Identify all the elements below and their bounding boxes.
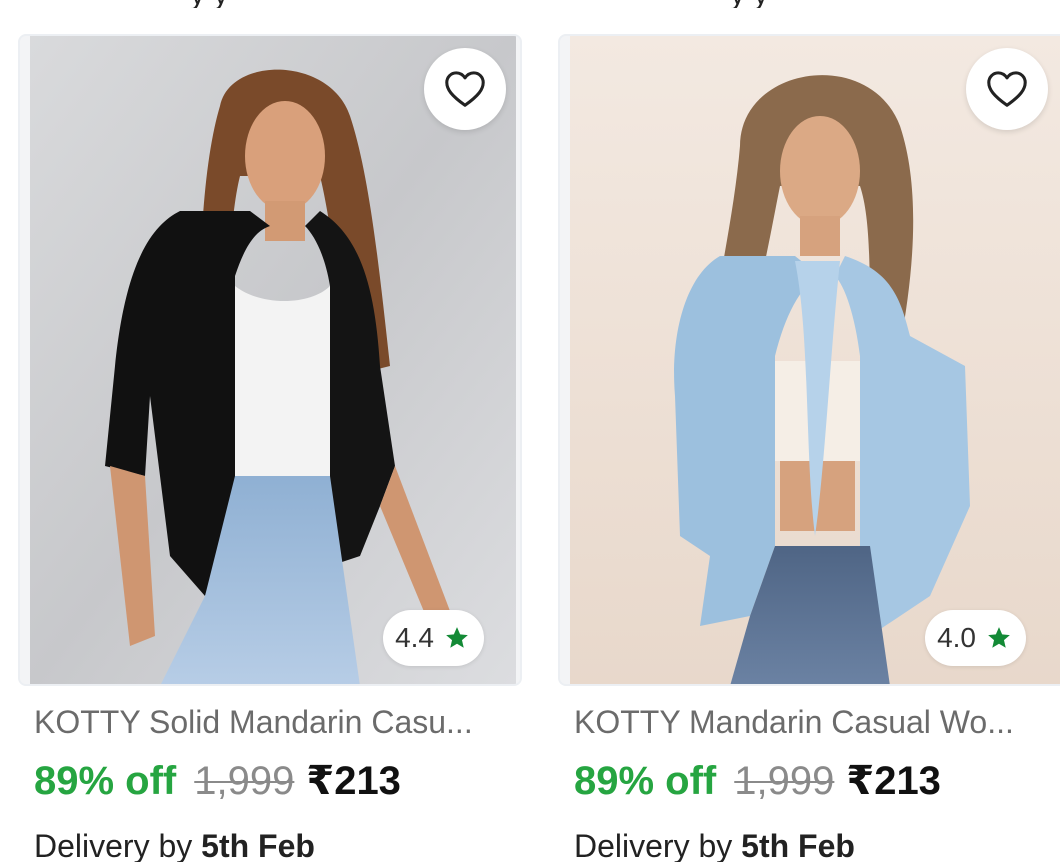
product-image-frame[interactable]: 4.4 (18, 34, 522, 686)
cutoff-text: y y (730, 0, 768, 8)
product-title[interactable]: KOTTY Solid Mandarin Casu... (34, 704, 524, 741)
product-card[interactable]: 4.0 KOTTY Mandarin Casual Wo... 89% off … (558, 34, 1060, 862)
rating-badge: 4.0 (925, 610, 1026, 666)
heart-outline-icon (445, 71, 485, 107)
star-icon (446, 627, 468, 648)
product-image[interactable] (30, 36, 516, 686)
selling-price: ₹213 (306, 759, 401, 803)
cutoff-text: y y (190, 0, 228, 8)
product-title[interactable]: KOTTY Mandarin Casual Wo... (574, 704, 1060, 741)
selling-price: ₹213 (846, 759, 941, 803)
delivery-info: Delivery by 5th Feb (574, 828, 855, 862)
product-image-frame[interactable]: 4.0 (558, 34, 1060, 686)
discount-percent: 89% off (34, 759, 177, 803)
original-price: 1,999 (194, 759, 295, 803)
rating-badge: 4.4 (383, 610, 484, 666)
heart-outline-icon (987, 71, 1027, 107)
product-card[interactable]: 4.4 KOTTY Solid Mandarin Casu... 89% off… (18, 34, 522, 862)
original-price: 1,999 (734, 759, 835, 803)
product-image[interactable] (570, 36, 1060, 686)
delivery-date: 5th Feb (741, 828, 855, 862)
wishlist-button[interactable] (424, 48, 506, 130)
rating-value: 4.0 (937, 622, 976, 653)
previous-row-fragment: y y y y (0, 0, 1060, 8)
price-row: 89% off 1,999 ₹213 (574, 758, 941, 804)
delivery-date: 5th Feb (201, 828, 315, 862)
rating-value: 4.4 (395, 622, 434, 653)
discount-percent: 89% off (574, 759, 717, 803)
price-row: 89% off 1,999 ₹213 (34, 758, 401, 804)
product-grid: y y y y (0, 0, 1060, 862)
delivery-prefix: Delivery by (34, 828, 193, 862)
delivery-info: Delivery by 5th Feb (34, 828, 315, 862)
delivery-prefix: Delivery by (574, 828, 733, 862)
wishlist-button[interactable] (966, 48, 1048, 130)
star-icon (988, 627, 1010, 648)
